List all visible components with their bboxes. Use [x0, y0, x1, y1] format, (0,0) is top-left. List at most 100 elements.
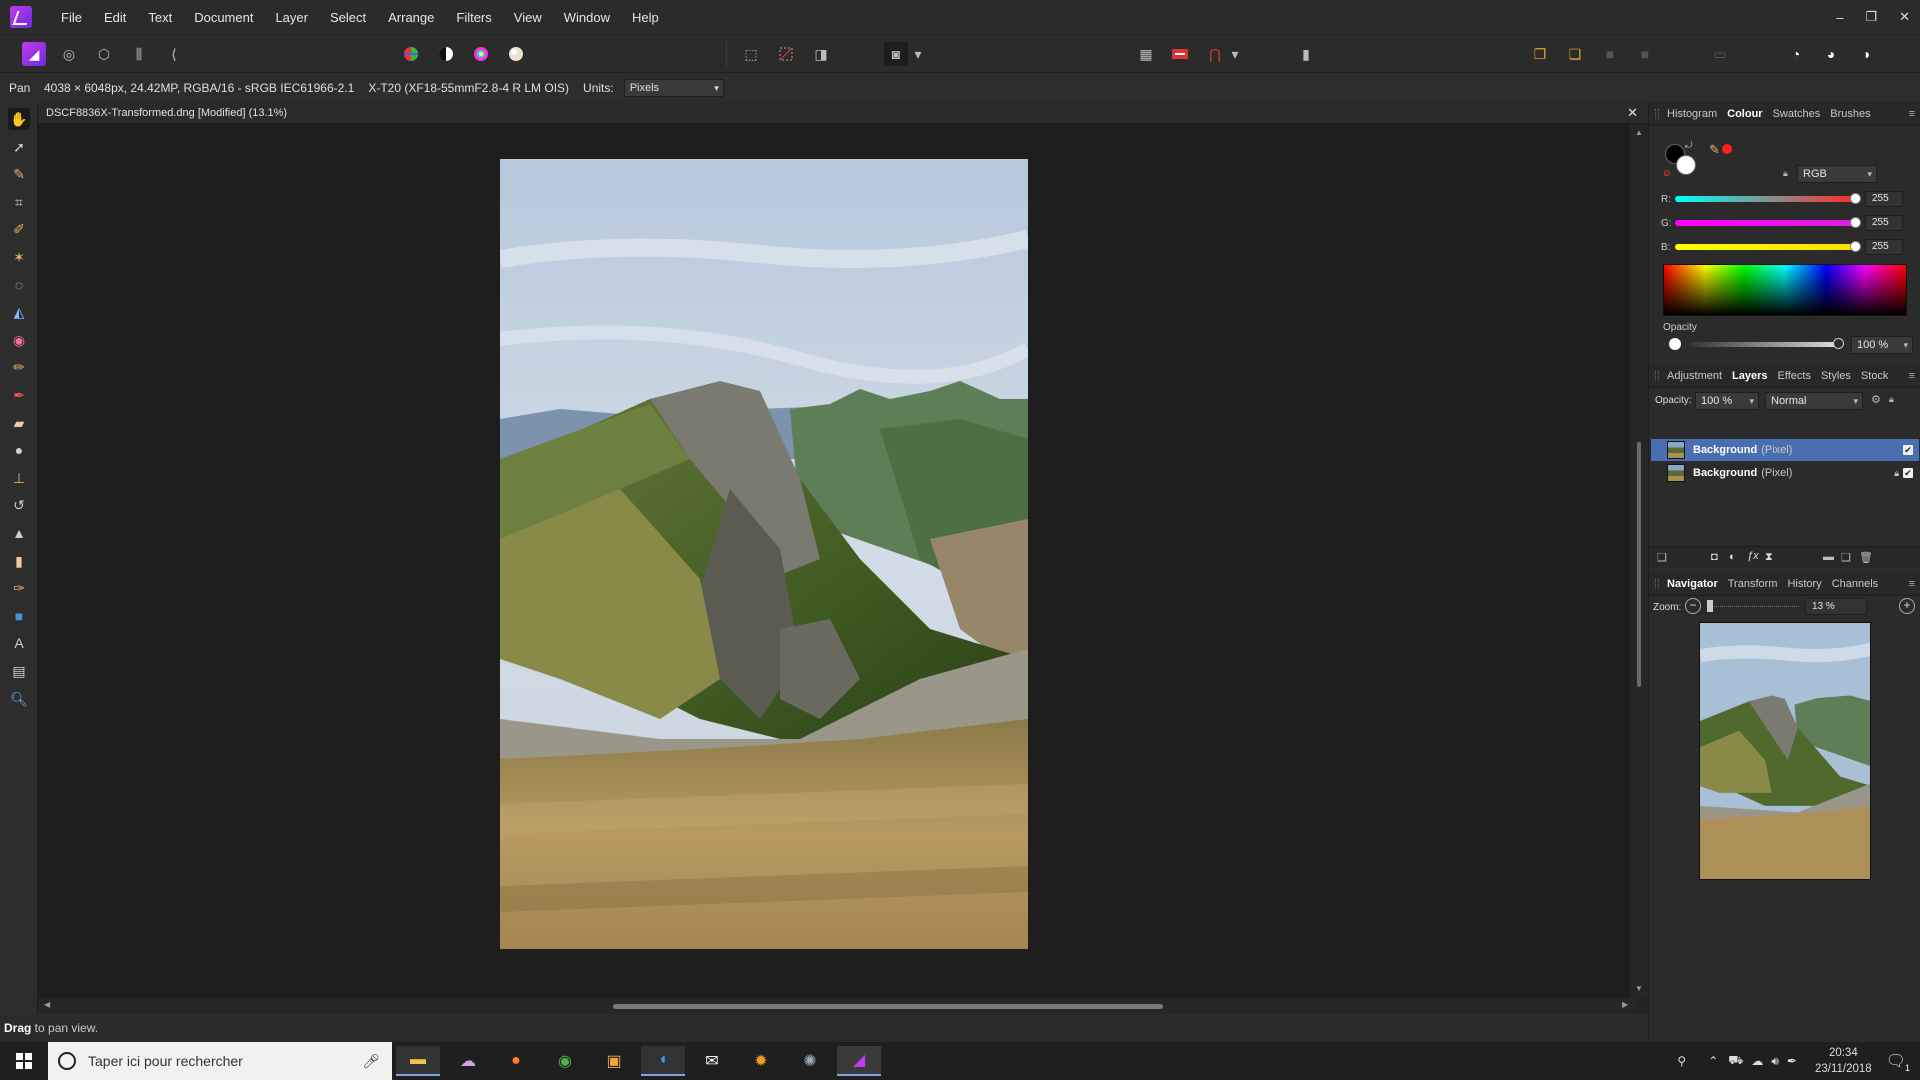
- action-center-icon[interactable]: 🗨︎ 1: [1886, 1051, 1910, 1073]
- secondary-colour-swatch[interactable]: [1676, 155, 1696, 175]
- scroll-down-icon[interactable]: ▼: [1635, 984, 1643, 993]
- taskbar-search[interactable]: Taper ici pour rechercher 🎤︎: [48, 1042, 392, 1080]
- mesh-warp-tool-icon[interactable]: ▤: [8, 660, 30, 682]
- file-explorer-icon[interactable]: ▬: [396, 1046, 440, 1076]
- menu-document[interactable]: Document: [183, 10, 264, 25]
- firefox-icon[interactable]: ●: [494, 1046, 538, 1076]
- panel-grip[interactable]: [1655, 579, 1659, 589]
- maximize-button[interactable]: ❐: [1865, 9, 1877, 25]
- scroll-left-icon[interactable]: ◀: [44, 1000, 50, 1009]
- pen-tool-icon[interactable]: ✑: [8, 577, 30, 599]
- quick-mask-icon[interactable]: ◙: [884, 42, 908, 66]
- green-slider-knob[interactable]: [1850, 217, 1861, 228]
- opacity-value-dropdown[interactable]: 100 %: [1851, 336, 1913, 354]
- export-persona-icon[interactable]: ⟨: [162, 42, 186, 66]
- blue-slider-knob[interactable]: [1850, 241, 1861, 252]
- menu-file[interactable]: File: [50, 10, 93, 25]
- marquee-select-icon[interactable]: ⬚: [739, 42, 763, 66]
- tab-layers[interactable]: Layers: [1732, 370, 1767, 382]
- auto-colours-icon[interactable]: [469, 42, 493, 66]
- layer-visibility-checkbox[interactable]: ✔: [1903, 468, 1913, 478]
- auto-levels-icon[interactable]: [399, 42, 423, 66]
- zoom-tool-icon[interactable]: 🔍︎: [8, 688, 30, 710]
- red-slider-knob[interactable]: [1850, 193, 1861, 204]
- network-app-icon[interactable]: ✺: [788, 1046, 832, 1076]
- panel-menu-icon[interactable]: ≡: [1909, 108, 1915, 120]
- fx-icon[interactable]: ƒx: [1747, 550, 1759, 562]
- green-slider[interactable]: [1675, 217, 1861, 228]
- layer-row[interactable]: Background (Pixel) 🔒︎ ✔: [1651, 462, 1919, 484]
- horizontal-scroll-thumb[interactable]: [613, 1004, 1163, 1009]
- tab-effects[interactable]: Effects: [1778, 370, 1811, 382]
- close-document-button[interactable]: ✕: [1627, 102, 1638, 124]
- tab-transform[interactable]: Transform: [1728, 578, 1778, 590]
- menu-edit[interactable]: Edit: [93, 10, 137, 25]
- chrome-icon[interactable]: ◉: [543, 1046, 587, 1076]
- document-tab[interactable]: DSCF8836X-Transformed.dng [Modified] (13…: [38, 102, 1648, 124]
- zoom-out-icon[interactable]: −: [1685, 598, 1701, 614]
- zoom-slider[interactable]: [1709, 606, 1799, 607]
- develop-persona-icon[interactable]: ⬡: [92, 42, 116, 66]
- units-dropdown[interactable]: Pixels: [623, 78, 724, 97]
- panel-grip[interactable]: [1655, 371, 1659, 381]
- insert-inside-icon[interactable]: ◑: [1854, 42, 1878, 66]
- gimp-icon[interactable]: ✹: [739, 1046, 783, 1076]
- chevron-down-icon[interactable]: ▾: [912, 42, 924, 66]
- snapping-icon[interactable]: [1168, 42, 1192, 66]
- colour-picker-icon[interactable]: ✎: [1709, 142, 1720, 158]
- delete-layer-icon[interactable]: 🗑︎: [1859, 551, 1873, 564]
- dodge-brush-tool-icon[interactable]: ●: [8, 439, 30, 461]
- panel-menu-icon[interactable]: ≡: [1909, 578, 1915, 590]
- mail-icon[interactable]: ✉: [690, 1046, 734, 1076]
- start-button[interactable]: [0, 1042, 48, 1080]
- app-tray-icon[interactable]: ⛟: [1728, 1053, 1743, 1069]
- red-slider[interactable]: [1675, 193, 1861, 204]
- crop-tool-icon[interactable]: ⌗: [8, 191, 30, 213]
- scroll-right-icon[interactable]: ▶: [1622, 1000, 1628, 1009]
- undo-brush-tool-icon[interactable]: ↺: [8, 494, 30, 516]
- colour-model-dropdown[interactable]: RGB: [1797, 165, 1877, 183]
- layer-visibility-checkbox[interactable]: ✔: [1903, 445, 1913, 455]
- zoom-value-input[interactable]: 13 %: [1805, 598, 1867, 615]
- layer-settings-gear-icon[interactable]: ⚙: [1871, 393, 1881, 406]
- onedrive-icon[interactable]: ☁: [1751, 1054, 1763, 1068]
- menu-text[interactable]: Text: [137, 10, 183, 25]
- vertical-scroll-thumb[interactable]: [1637, 442, 1641, 687]
- layer-lock-icon[interactable]: 🔒︎: [1889, 394, 1894, 405]
- blur-brush-tool-icon[interactable]: ▲: [8, 522, 30, 544]
- color-picker-tool-icon[interactable]: ✎: [8, 163, 30, 185]
- navigator-preview[interactable]: [1699, 622, 1871, 880]
- microphone-icon[interactable]: 🎤︎: [362, 1053, 380, 1070]
- menu-window[interactable]: Window: [553, 10, 621, 25]
- paint-brush-tool-icon[interactable]: ✏: [8, 356, 30, 378]
- insert-top-icon[interactable]: ◕: [1819, 42, 1843, 66]
- auto-white-balance-icon[interactable]: [504, 42, 528, 66]
- green-value-input[interactable]: 255: [1865, 215, 1903, 231]
- grid-icon[interactable]: ▦: [1134, 42, 1158, 66]
- move-tool-icon[interactable]: ➚: [8, 136, 30, 158]
- deselect-icon[interactable]: [774, 42, 798, 66]
- invert-selection-icon[interactable]: ◨: [809, 42, 833, 66]
- menu-layer[interactable]: Layer: [264, 10, 319, 25]
- group-folder-icon[interactable]: ▬: [1823, 551, 1834, 563]
- tab-history[interactable]: History: [1787, 578, 1821, 590]
- affinity-photo-taskbar-icon[interactable]: ◢: [837, 1046, 881, 1076]
- volume-icon[interactable]: 🔊︎: [1771, 1054, 1779, 1069]
- zoom-in-icon[interactable]: +: [1899, 598, 1915, 614]
- selection-brush-tool-icon[interactable]: ✐: [8, 218, 30, 240]
- horizontal-scrollbar[interactable]: ◀ ▶: [38, 998, 1638, 1014]
- tab-channels[interactable]: Channels: [1832, 578, 1878, 590]
- live-filter-icon[interactable]: ⧗: [1765, 551, 1773, 564]
- tab-styles[interactable]: Styles: [1821, 370, 1851, 382]
- opacity-slider-knob[interactable]: [1833, 338, 1844, 349]
- flood-select-tool-icon[interactable]: ✶: [8, 246, 30, 268]
- red-value-input[interactable]: 255: [1865, 191, 1903, 207]
- gradient-tool-icon[interactable]: ◉: [8, 329, 30, 351]
- colour-spectrum[interactable]: [1663, 264, 1907, 316]
- tab-adjustment[interactable]: Adjustment: [1667, 370, 1722, 382]
- media-app-icon[interactable]: ▣: [592, 1046, 636, 1076]
- layer-stack-icon[interactable]: ❑: [1657, 551, 1667, 564]
- menu-arrange[interactable]: Arrange: [377, 10, 445, 25]
- tab-swatches[interactable]: Swatches: [1773, 108, 1821, 120]
- tab-navigator[interactable]: Navigator: [1667, 578, 1718, 590]
